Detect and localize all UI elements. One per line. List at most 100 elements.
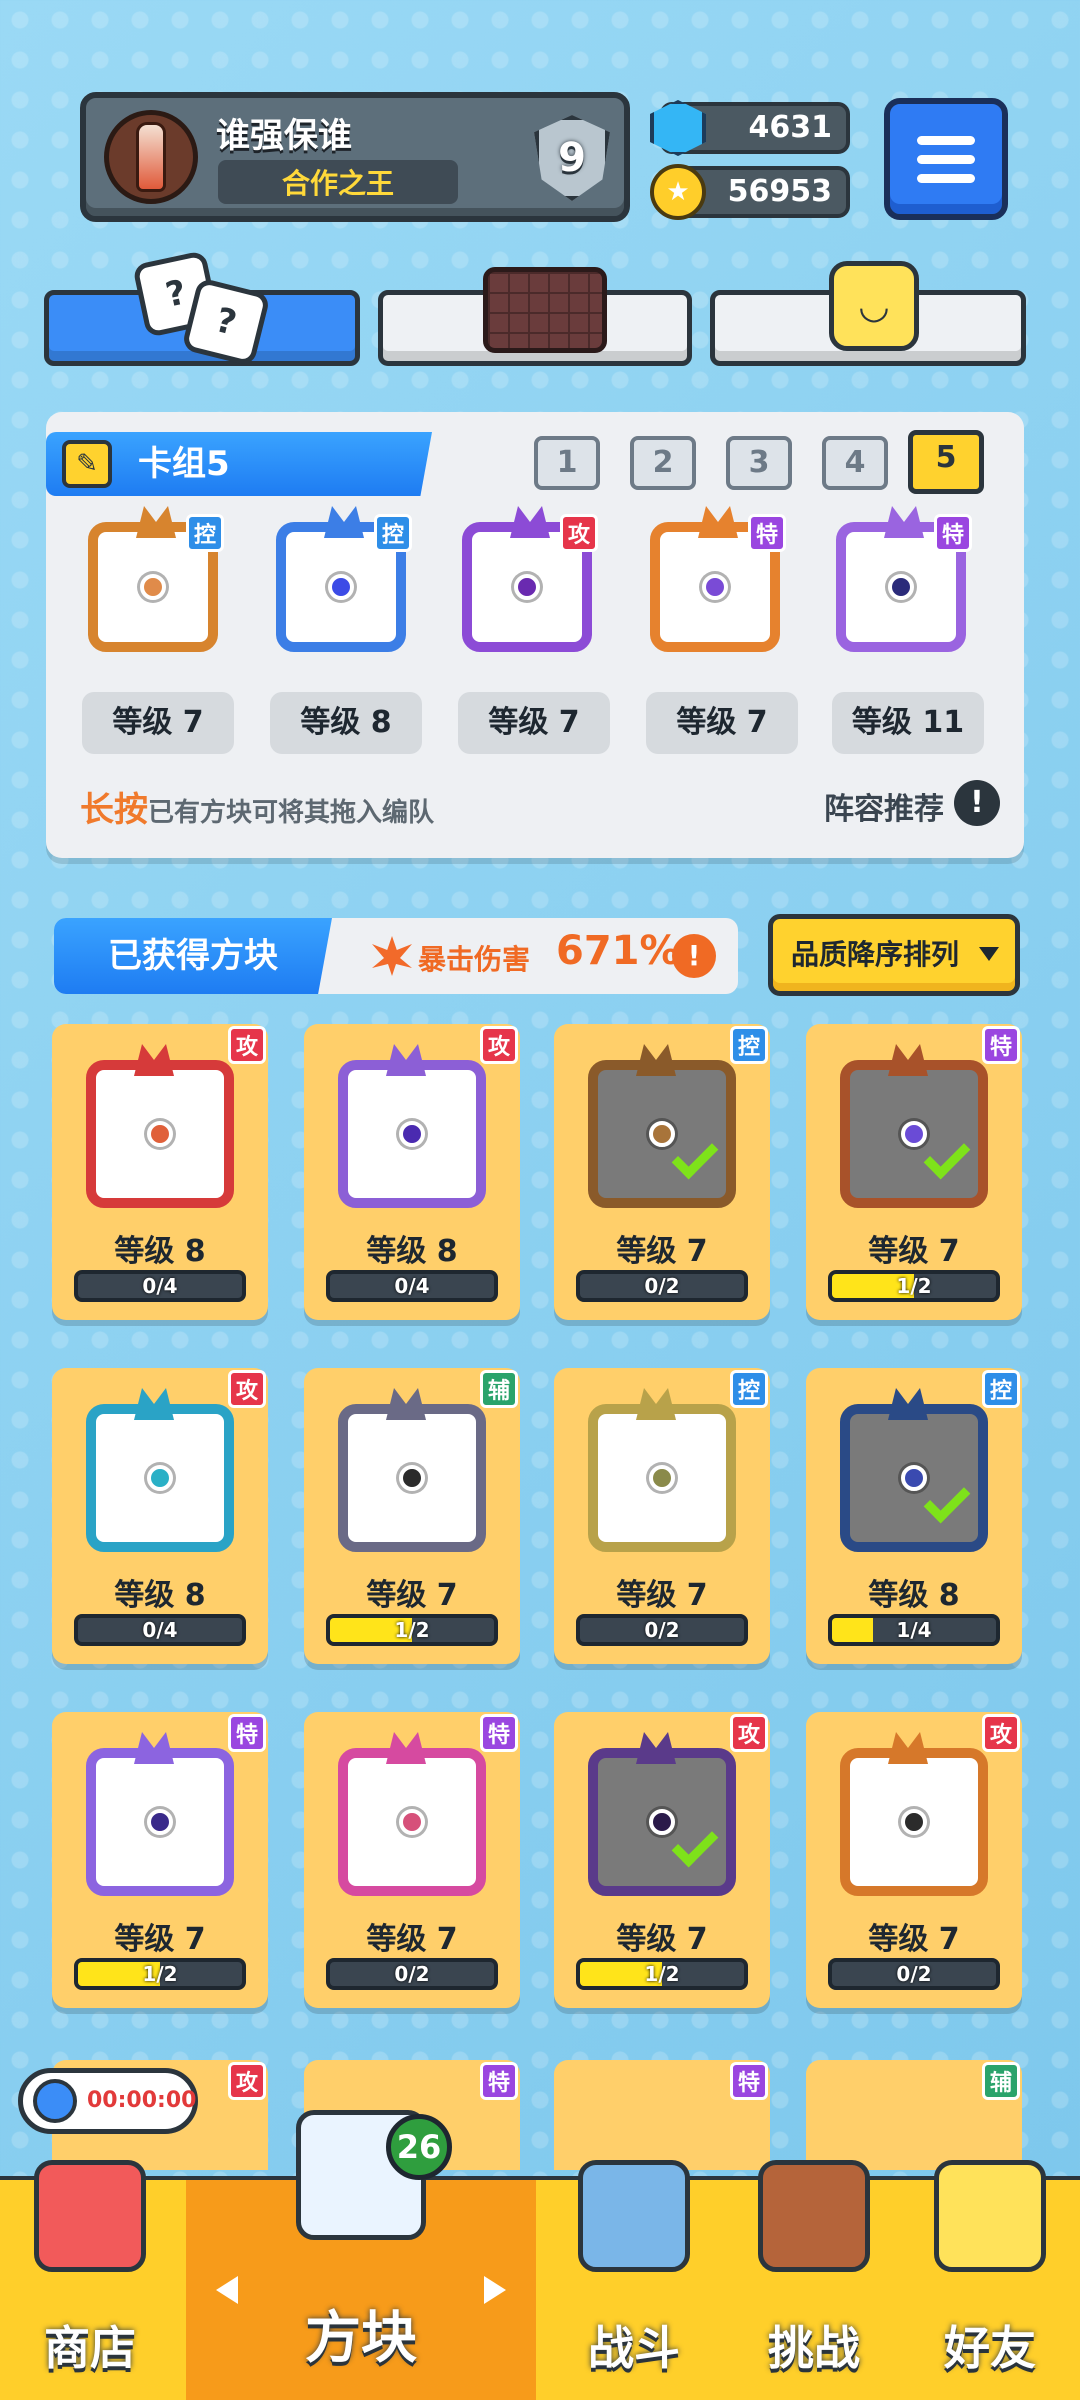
- recommend-lineup-label[interactable]: 阵容推荐: [824, 784, 944, 828]
- deck-number-1[interactable]: 1: [534, 436, 600, 490]
- deck-name[interactable]: ✎ 卡组5: [46, 432, 432, 496]
- owned-block-card[interactable]: 控 等级 7 0/2: [554, 1368, 770, 1664]
- owned-block-card[interactable]: 特 等级 7 1/2: [806, 1024, 1022, 1320]
- owned-block-card[interactable]: 辅 等级 7 1/2: [304, 1368, 520, 1664]
- upgrade-progress-bar: 0/4: [326, 1270, 498, 1302]
- tab-emote[interactable]: ◡: [710, 261, 1026, 366]
- owned-block-card[interactable]: 特 等级 7 0/2: [304, 1712, 520, 2008]
- owned-block-card[interactable]: 控 等级 8 1/4: [806, 1368, 1022, 1664]
- smiley-icon: ◡: [829, 261, 919, 351]
- block-core-icon: [649, 1809, 675, 1835]
- block-core-icon: [399, 1809, 425, 1835]
- block-frame: [338, 1732, 486, 1896]
- upgrade-progress-bar: 0/2: [828, 1958, 1000, 1990]
- block-type-tag: 控: [374, 514, 412, 552]
- deck-slot-card[interactable]: 特: [638, 496, 788, 656]
- edit-pencil-icon[interactable]: ✎: [62, 440, 112, 488]
- event-timer[interactable]: 00:00:00: [18, 2068, 198, 2134]
- deck-slot-card[interactable]: 特: [824, 496, 974, 656]
- deck-slot-level: 等级 7: [646, 692, 798, 754]
- owned-block-card[interactable]: 攻 等级 7 1/2: [554, 1712, 770, 2008]
- block-core-icon: [901, 1121, 927, 1147]
- block-core-icon: [649, 1465, 675, 1491]
- block-frame: [588, 1732, 736, 1896]
- info-icon[interactable]: !: [954, 780, 1000, 826]
- block-level: 等级 7: [114, 1922, 206, 1957]
- block-type-tag: 攻: [730, 1714, 768, 1752]
- deck-slot-card[interactable]: 控: [76, 496, 226, 656]
- tab-board[interactable]: [378, 267, 692, 366]
- deck-number-3[interactable]: 3: [726, 436, 792, 490]
- owned-block-card[interactable]: 辅: [806, 2060, 1022, 2170]
- dropdown-arrow-icon: [979, 947, 999, 961]
- challenge-icon: [758, 2160, 870, 2272]
- nav-shop[interactable]: 商店: [0, 2160, 180, 2400]
- block-level: 等级 7: [616, 1922, 708, 1957]
- crit-info-icon[interactable]: !: [672, 934, 716, 978]
- deck-slot-level: 等级 7: [458, 692, 610, 754]
- block-frame: [840, 1044, 988, 1208]
- nav-challenge[interactable]: 挑战: [724, 2160, 904, 2400]
- bottom-nav: 商店 26 方块 战斗 挑战 好友: [0, 2110, 1080, 2400]
- deck-slot-card[interactable]: 攻: [450, 496, 600, 656]
- block-frame: [840, 1388, 988, 1552]
- gem-counter[interactable]: 4631: [650, 100, 850, 156]
- owned-block-card[interactable]: 控 等级 7 0/2: [554, 1024, 770, 1320]
- dragon-horn-icon: [136, 506, 176, 538]
- block-type-tag: 攻: [480, 1026, 518, 1064]
- owned-block-card[interactable]: 攻 等级 7 0/2: [806, 1712, 1022, 2008]
- owned-block-card[interactable]: 攻 等级 8 0/4: [52, 1024, 268, 1320]
- deck-number-4[interactable]: 4: [822, 436, 888, 490]
- owned-block-card[interactable]: 特 等级 7 1/2: [52, 1712, 268, 2008]
- coin-counter[interactable]: ★ 56953: [650, 164, 850, 220]
- upgrade-progress-bar: 1/2: [576, 1958, 748, 1990]
- owned-block-card[interactable]: 攻 等级 8 0/4: [52, 1368, 268, 1664]
- gem-amount: 4631: [748, 110, 833, 145]
- deck-slot-card[interactable]: 控: [264, 496, 414, 656]
- player-profile-card[interactable]: 谁强保谁 合作之王 9: [80, 92, 630, 222]
- nav-battle[interactable]: 战斗: [544, 2160, 724, 2400]
- deck-number-2[interactable]: 2: [630, 436, 696, 490]
- block-type-tag: 攻: [228, 1370, 266, 1408]
- sort-dropdown[interactable]: 品质降序排列: [768, 914, 1020, 996]
- upgrade-progress-bar: 0/2: [576, 1270, 748, 1302]
- coin-amount: 56953: [727, 174, 832, 209]
- upgrade-progress-bar: 0/2: [326, 1958, 498, 1990]
- dragon-horn-icon: [386, 1388, 426, 1420]
- block-type-tag: 特: [480, 1714, 518, 1752]
- nav-friends[interactable]: 好友: [900, 2160, 1080, 2400]
- shop-icon: [34, 2160, 146, 2272]
- block-level: 等级 8: [114, 1578, 206, 1613]
- dragon-horn-icon: [884, 506, 924, 538]
- block-core-icon: [399, 1121, 425, 1147]
- block-type-tag: 特: [982, 1026, 1020, 1064]
- upgrade-progress-text: 0/2: [896, 1962, 932, 1986]
- dragon-horn-icon: [386, 1732, 426, 1764]
- block-core-icon: [649, 1121, 675, 1147]
- tab-dice[interactable]: ? ?: [44, 250, 360, 367]
- block-type-tag: 攻: [228, 1026, 266, 1064]
- deck-slot-level: 等级 11: [832, 692, 984, 754]
- upgrade-progress-text: 1/4: [896, 1618, 932, 1642]
- upgrade-progress-bar: 1/2: [74, 1958, 246, 1990]
- deck-label-text: 卡组5: [138, 444, 230, 484]
- owned-block-card[interactable]: 攻 等级 8 0/4: [304, 1024, 520, 1320]
- block-core-icon: [147, 1809, 173, 1835]
- block-frame: [338, 1044, 486, 1208]
- upgrade-progress-text: 0/4: [142, 1618, 178, 1642]
- upgrade-progress-text: 1/2: [644, 1962, 680, 1986]
- nav-blocks[interactable]: 26 方块: [186, 2110, 536, 2400]
- menu-button[interactable]: [884, 98, 1008, 220]
- upgrade-progress-text: 0/2: [394, 1962, 430, 1986]
- deck-number-5[interactable]: 5: [908, 430, 984, 494]
- block-frame: [86, 1732, 234, 1896]
- block-type-tag: 攻: [982, 1714, 1020, 1752]
- rank-shield-icon: 9: [526, 112, 618, 204]
- owned-block-card[interactable]: 特: [554, 2060, 770, 2170]
- block-level: 等级 7: [616, 1234, 708, 1269]
- block-type-tag: 特: [730, 2062, 768, 2100]
- hamburger-icon: [917, 135, 975, 145]
- nav-blocks-label: 方块: [305, 2306, 417, 2371]
- upgrade-progress-text: 0/2: [644, 1618, 680, 1642]
- block-type-tag: 控: [730, 1370, 768, 1408]
